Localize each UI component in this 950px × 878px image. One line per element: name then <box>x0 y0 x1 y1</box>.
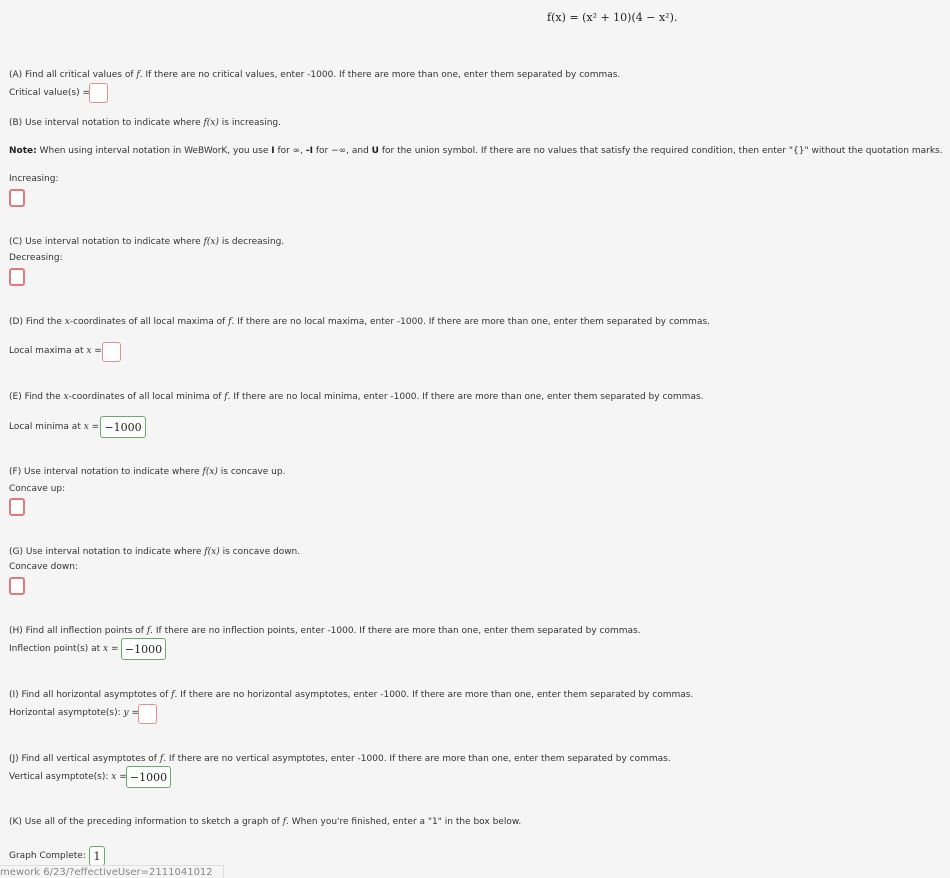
vertical-asymptotes-input[interactable]: −1000 <box>126 766 171 788</box>
part-c-prompt: (C) Use interval notation to indicate wh… <box>9 237 285 247</box>
part-a-prompt: (A) Find all critical values of f. If th… <box>9 70 621 80</box>
part-i-prompt: (I) Find all horizontal asymptotes of f.… <box>9 690 694 700</box>
part-j-prompt: (J) Find all vertical asymptotes of f. I… <box>9 754 671 764</box>
inflection-points-label: Inflection point(s) at x = <box>9 644 119 654</box>
part-h-prompt: (H) Find all inflection points of f. If … <box>9 626 641 636</box>
graph-complete-label: Graph Complete: <box>9 851 86 861</box>
function-formula: f(x) = (x² + 10)(4 − x²). <box>547 11 678 24</box>
local-minima-label: Local minima at x = <box>9 422 100 432</box>
local-minima-input[interactable]: −1000 <box>100 416 146 438</box>
part-f-prompt: (F) Use interval notation to indicate wh… <box>9 467 286 477</box>
critical-values-label: Critical value(s) = <box>9 88 91 98</box>
horizontal-asymptotes-input[interactable] <box>138 704 157 724</box>
critical-values-input[interactable] <box>89 83 108 103</box>
decreasing-label: Decreasing: <box>9 253 63 263</box>
concave-up-input[interactable] <box>9 498 25 516</box>
part-e-prompt: (E) Find the x-coordinates of all local … <box>9 392 704 402</box>
increasing-input[interactable] <box>9 189 25 207</box>
inflection-points-input[interactable]: −1000 <box>121 638 166 660</box>
vertical-asymptotes-label: Vertical asymptote(s): x = <box>9 772 127 782</box>
concave-up-label: Concave up: <box>9 484 66 494</box>
concave-down-label: Concave down: <box>9 562 78 572</box>
increasing-label: Increasing: <box>9 174 59 184</box>
part-k-prompt: (K) Use all of the preceding information… <box>9 817 522 827</box>
decreasing-input[interactable] <box>9 268 25 286</box>
part-g-prompt: (G) Use interval notation to indicate wh… <box>9 547 301 557</box>
graph-complete-input[interactable]: 1 <box>89 846 105 866</box>
part-b-prompt: (B) Use interval notation to indicate wh… <box>9 118 281 128</box>
status-url-bar: mework 6/23/?effectiveUser=2111041012 <box>0 865 224 878</box>
interval-notation-note: Note: When using interval notation in We… <box>9 146 943 156</box>
part-d-prompt: (D) Find the x-coordinates of all local … <box>9 317 711 327</box>
local-maxima-input[interactable] <box>102 342 121 362</box>
local-maxima-label: Local maxima at x = <box>9 346 102 356</box>
horizontal-asymptotes-label: Horizontal asymptote(s): y = <box>9 708 140 718</box>
concave-down-input[interactable] <box>9 577 25 595</box>
